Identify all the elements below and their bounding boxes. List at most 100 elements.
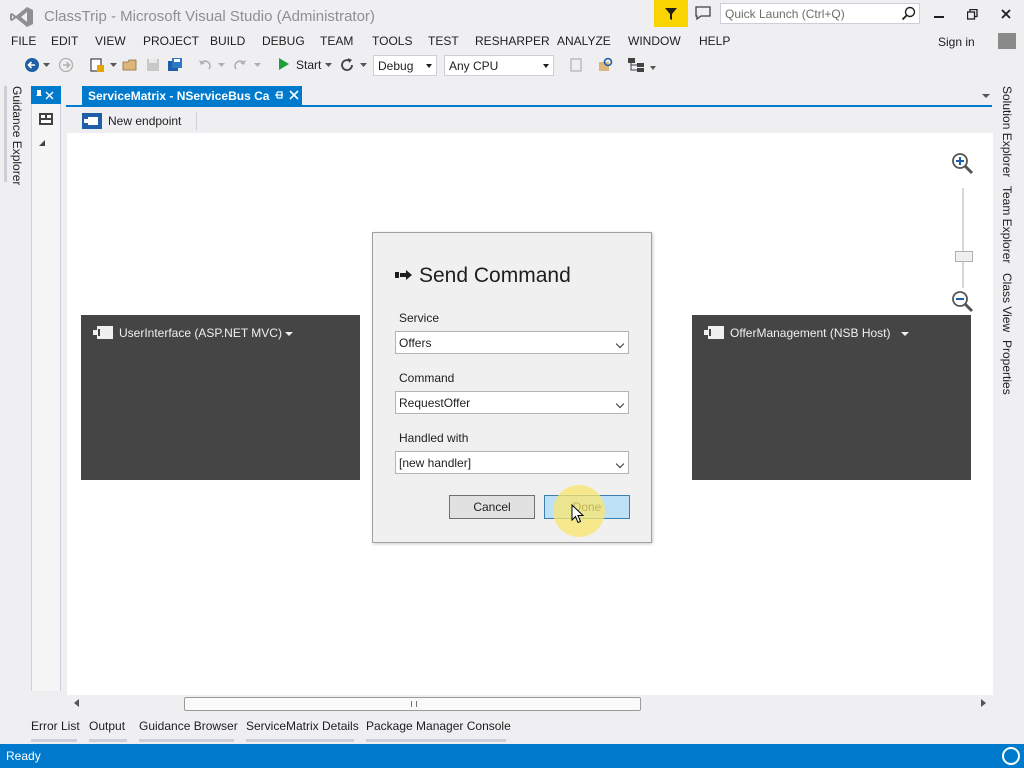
toolbar-options-icon[interactable] [650,65,656,71]
menu-window[interactable]: WINDOW [628,34,681,48]
chevron-down-icon [426,64,432,68]
notifications-icon[interactable] [1002,747,1020,765]
menu-bar: FILE EDIT VIEW PROJECT BUILD DEBUG TEAM … [0,32,1024,52]
tab-overflow-icon[interactable] [982,94,990,98]
document-tab[interactable]: ServiceMatrix - NServiceBus Ca [82,86,302,105]
service-value: Offers [399,336,432,350]
document-tab-label: ServiceMatrix - NServiceBus Ca [88,89,270,103]
handled-with-value: [new handler] [399,456,472,470]
servicematrix-details-tab[interactable]: ServiceMatrix Details [246,719,359,733]
scroll-right-icon[interactable] [981,699,986,707]
guidance-toolbar-icon[interactable] [38,112,54,126]
status-bar: Ready [0,744,1024,768]
feedback-icon[interactable] [694,5,712,21]
back-icon[interactable] [24,57,40,73]
pin-icon[interactable] [35,89,43,101]
error-list-tab[interactable]: Error List [31,719,80,733]
solution-platform-value: Any CPU [449,59,499,73]
scroll-left-icon[interactable] [74,699,79,707]
redo-dropdown-icon[interactable] [254,63,261,67]
menu-debug[interactable]: DEBUG [262,34,305,48]
save-icon[interactable] [145,57,161,73]
refresh-icon[interactable] [339,57,355,73]
solution-explorer-toolbar-icon[interactable] [627,57,647,73]
package-manager-console-tab[interactable]: Package Manager Console [366,719,511,733]
guidance-browser-tab[interactable]: Guidance Browser [139,719,238,733]
quick-launch-placeholder: Quick Launch (Ctrl+Q) [725,7,845,21]
new-endpoint-button[interactable]: New endpoint [82,112,181,130]
service-select[interactable]: Offers [395,331,629,354]
zoom-out-icon[interactable] [950,289,974,313]
endpoint-user-interface[interactable]: UserInterface (ASP.NET MVC) [81,315,360,480]
new-project-icon[interactable] [89,57,105,73]
handled-with-select[interactable]: [new handler] [395,451,629,474]
title-bar: ClassTrip - Microsoft Visual Studio (Adm… [0,0,1024,32]
find-in-files-icon[interactable] [597,57,613,73]
menu-resharper[interactable]: RESHARPER [475,34,550,48]
output-tab[interactable]: Output [89,719,125,733]
close-tab-icon[interactable] [289,90,299,100]
menu-team[interactable]: TEAM [320,34,353,48]
open-file-icon[interactable] [122,57,138,73]
endpoint-title: OfferManagement (NSB Host) [730,326,891,340]
quick-launch-input[interactable]: Quick Launch (Ctrl+Q) [720,3,920,24]
attach-icon[interactable] [568,57,584,73]
account-icon[interactable] [998,33,1016,49]
endpoint-offer-management[interactable]: OfferManagement (NSB Host) [692,315,971,480]
redo-icon[interactable] [232,57,248,73]
sign-in-link[interactable]: Sign in [938,35,975,49]
chevron-down-icon [615,459,625,469]
menu-help[interactable]: HELP [699,34,730,48]
search-icon[interactable] [901,6,916,21]
undo-dropdown-icon[interactable] [218,63,225,67]
horizontal-scrollbar-thumb[interactable] [184,697,641,711]
solution-configuration-value: Debug [378,59,414,73]
menu-analyze[interactable]: ANALYZE [557,34,611,48]
zoom-slider-thumb[interactable] [955,251,973,262]
menu-tools[interactable]: TOOLS [372,34,412,48]
endpoint-icon [93,326,113,339]
menu-build[interactable]: BUILD [210,34,245,48]
solution-explorer-tab[interactable]: Solution Explorer [1000,86,1014,177]
close-icon[interactable] [45,91,54,100]
toolbar-separator [196,112,197,130]
pin-tab-icon[interactable] [274,90,284,101]
command-select[interactable]: RequestOffer [395,391,629,414]
menu-test[interactable]: TEST [428,34,459,48]
guidance-explorer-tab[interactable]: Guidance Explorer [10,86,24,185]
save-all-icon[interactable] [167,57,183,73]
back-dropdown-icon[interactable] [43,63,50,67]
document-toolbar [66,107,992,133]
menu-file[interactable]: FILE [11,34,36,48]
tab-accent [246,739,354,742]
notification-flag-icon[interactable] [654,0,688,27]
menu-view[interactable]: VIEW [95,34,126,48]
start-dropdown-icon[interactable] [325,63,332,67]
endpoint-menu-icon[interactable] [285,332,293,336]
start-button-label[interactable]: Start [296,58,321,72]
solution-configuration-select[interactable]: Debug [373,55,437,76]
refresh-dropdown-icon[interactable] [360,63,367,67]
cancel-button[interactable]: Cancel [449,495,535,519]
collapse-triangle-icon[interactable] [39,140,45,146]
handled-with-label: Handled with [399,431,469,445]
start-icon[interactable] [278,57,290,71]
service-label: Service [399,311,440,325]
endpoint-menu-icon[interactable] [901,332,909,336]
tab-accent [139,739,234,742]
minimize-button[interactable] [926,4,952,24]
zoom-slider-track[interactable] [962,188,964,288]
new-project-dropdown-icon[interactable] [110,63,117,67]
properties-tab[interactable]: Properties [1000,340,1014,395]
undo-icon[interactable] [197,57,213,73]
restore-button[interactable] [959,4,985,24]
menu-project[interactable]: PROJECT [143,34,199,48]
menu-edit[interactable]: EDIT [51,34,78,48]
class-view-tab[interactable]: Class View [1000,273,1014,332]
forward-icon[interactable] [58,57,74,73]
team-explorer-tab[interactable]: Team Explorer [1000,186,1014,263]
send-arrow-icon [395,270,412,280]
zoom-in-icon[interactable] [950,151,974,175]
solution-platform-select[interactable]: Any CPU [444,55,554,76]
close-button[interactable] [993,4,1019,24]
